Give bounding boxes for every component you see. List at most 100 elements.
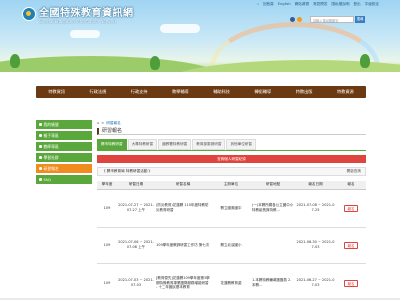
- cell-signup-date: 2021-06-30 ~ 2021-07-03: [295, 227, 336, 264]
- breadcrumb: ⌂ > 研習報名: [97, 120, 366, 126]
- tree-decoration: [150, 56, 160, 70]
- sidebar-item-parents[interactable]: 親子專區: [36, 131, 92, 140]
- bullet-icon: [39, 134, 42, 137]
- tab-ministry[interactable]: 教育部委辦研習: [192, 139, 226, 150]
- breadcrumb-current[interactable]: 研習報名: [106, 121, 120, 126]
- cell-name[interactable]: 109學年度教師研習工作坊 第七次: [155, 227, 211, 264]
- search-input[interactable]: 請輸入搜尋關鍵字: [310, 16, 354, 23]
- top-link-home[interactable]: 回首頁: [262, 2, 275, 7]
- top-link-faq[interactable]: 常見問答: [312, 2, 328, 7]
- cell-signup-date: 2021-06-27 ~ 2021-07-03: [295, 263, 336, 300]
- nav-item-assistive-tech[interactable]: 輔助科技: [213, 89, 230, 95]
- nav-item-transition[interactable]: 轉銜輔導: [254, 89, 271, 95]
- cell-organizer: 縣立國風國中: [211, 189, 251, 228]
- sidebar-item-faq[interactable]: FAQ: [36, 175, 92, 184]
- nav-item-resources[interactable]: 特教資源: [337, 89, 354, 95]
- top-link-sitemap[interactable]: 網站導覽: [294, 2, 310, 7]
- cell-signup-date: 2021-07-08 ~ 2021-07-25: [295, 189, 336, 228]
- sidebar-item-label: 親子專區: [43, 132, 59, 138]
- rss-icon[interactable]: [297, 17, 302, 22]
- col-header-name: 研習名稱: [155, 181, 211, 190]
- col-header-date: 研習日期: [117, 181, 155, 190]
- tree-decoration: [10, 54, 20, 68]
- nav-item-info[interactable]: 特教資訊: [48, 89, 65, 95]
- signup-button[interactable]: 報名: [344, 241, 358, 249]
- site-title: 全國特殊教育資訊網: [39, 8, 134, 19]
- cell-location: (一)本縣所屬各公立國中小特教組長與特教...: [251, 189, 295, 228]
- sidebar: 我的帳號 親子專區 教師專區 學習社群 研習報名 FAQ: [36, 120, 92, 186]
- cloud-decoration: [160, 24, 200, 33]
- top-link-logout[interactable]: 登出: [352, 2, 361, 7]
- cell-year: 109: [97, 227, 117, 264]
- cell-signup: 報名: [336, 263, 366, 300]
- nav-item-publications[interactable]: 特教出版: [296, 89, 313, 95]
- facebook-icon[interactable]: [290, 17, 295, 22]
- cell-date: 2021-07-03 ~ 2021-07-03: [117, 263, 155, 300]
- signup-button[interactable]: 報名: [344, 279, 358, 287]
- logo-icon: [22, 7, 36, 21]
- expand-search-button[interactable]: 開啟查詢: [347, 169, 361, 174]
- sidebar-item-community[interactable]: 學習社群: [36, 153, 92, 162]
- sidebar-item-label: 我的帳號: [43, 121, 59, 127]
- filter-bar: 《 縣市教育局 特教研習活動 》 開啟查詢: [97, 167, 366, 176]
- cell-name[interactable]: [教育優先]花蓮縣109學年度第3學期特殊教育專業團隊服務增能研習 - 十二年國…: [155, 263, 211, 300]
- top-link-english[interactable]: English: [277, 2, 292, 7]
- site-logo[interactable]: 全國特殊教育資訊網 Special Education Information …: [22, 4, 134, 24]
- workshop-table: 學年度 研習日期 研習名稱 主辦單位 研習地點 報名日期 報名 109 2021…: [97, 181, 366, 300]
- cell-location: [251, 227, 295, 264]
- home-icon[interactable]: ⌂: [97, 121, 99, 125]
- sidebar-item-teachers[interactable]: 教師專區: [36, 142, 92, 151]
- cell-name[interactable]: (防災教育)花蓮縣 110年度特教防災教育研習: [155, 189, 211, 228]
- sidebar-item-workshop-signup[interactable]: 研習報名: [36, 164, 92, 173]
- bullet-icon: [39, 145, 42, 148]
- query-records-button[interactable]: 查詢個人研習紀錄: [97, 155, 366, 163]
- table-row: 109 2021-07-03 ~ 2021-07-03 [教育優先]花蓮縣109…: [97, 263, 366, 300]
- cell-organizer: 縣立北濱國小: [211, 227, 251, 264]
- nav-item-admin-support[interactable]: 行政支持: [131, 89, 148, 95]
- breadcrumb-separator: >: [101, 121, 105, 125]
- filter-label: 《 縣市教育局 特教研習活動 》: [102, 169, 153, 173]
- cell-signup: 報名: [336, 189, 366, 228]
- top-link-font-size[interactable]: 字級設定: [364, 2, 380, 7]
- top-link-accesskey[interactable]: ::: [256, 2, 260, 7]
- table-row: 109 2021-07-06 ~ 2021-07-06 上午 109學年度教師研…: [97, 227, 366, 264]
- col-header-organizer: 主辦單位: [211, 181, 251, 190]
- page-title: 研習報名: [97, 128, 366, 135]
- sidebar-item-account[interactable]: 我的帳號: [36, 120, 92, 129]
- top-link-privacy[interactable]: 隱私權說明: [330, 2, 350, 7]
- sidebar-item-label: 教師專區: [43, 143, 59, 149]
- bullet-icon: [39, 167, 42, 170]
- cell-date: 2021-07-27 ~ 2021-07-27 上午: [117, 189, 155, 228]
- col-header-signup: 報名: [336, 181, 366, 190]
- tab-k12-admin[interactable]: 國教署特教研習: [158, 139, 192, 150]
- search-button[interactable]: 搜尋: [355, 16, 365, 23]
- col-header-year: 學年度: [97, 181, 117, 190]
- tab-county[interactable]: 縣市特教研習: [97, 139, 127, 150]
- signup-button[interactable]: 報名: [344, 204, 358, 212]
- sidebar-item-label: 學習社群: [43, 154, 59, 160]
- bullet-icon: [39, 178, 42, 181]
- main-content: ⌂ > 研習報名 研習報名 縣市特教研習 大專特教研習 國教署特教研習 教育部委…: [97, 120, 366, 300]
- bullet-icon: [39, 123, 42, 126]
- top-links: :: 回首頁 English 網站導覽 常見問答 隱私權說明 登出 字級設定: [256, 2, 380, 7]
- sidebar-item-label: 研習報名: [43, 165, 59, 171]
- cell-location: 1.本縣特教輔導團團員 2.本縣...: [251, 263, 295, 300]
- tab-other[interactable]: 其他單位研習: [226, 139, 256, 150]
- tab-bar: 縣市特教研習 大專特教研習 國教署特教研習 教育部委辦研習 其他單位研習: [97, 139, 366, 151]
- nav-item-regulations[interactable]: 行政法規: [89, 89, 106, 95]
- site-subtitle: Special Education Information Network: [39, 19, 117, 24]
- tree-decoration: [360, 54, 370, 68]
- cloud-decoration: [70, 30, 100, 38]
- cell-year: 109: [97, 263, 117, 300]
- nav-item-teaching[interactable]: 教學輔導: [172, 89, 189, 95]
- col-header-location: 研習地點: [251, 181, 295, 190]
- main-nav: 特教資訊 行政法規 行政支持 教學輔導 輔助科技 轉銜輔導 特教出版 特教資源: [36, 86, 366, 98]
- sidebar-item-label: FAQ: [43, 177, 51, 182]
- tab-college[interactable]: 大專特教研習: [127, 139, 158, 150]
- table-row: 109 2021-07-27 ~ 2021-07-27 上午 (防災教育)花蓮縣…: [97, 189, 366, 228]
- site-header: 全國特殊教育資訊網 Special Education Information …: [0, 0, 400, 72]
- cell-organizer: 花蓮縣教育處: [211, 263, 251, 300]
- bullet-icon: [39, 156, 42, 159]
- cell-signup: 報名: [336, 227, 366, 264]
- cell-date: 2021-07-06 ~ 2021-07-06 上午: [117, 227, 155, 264]
